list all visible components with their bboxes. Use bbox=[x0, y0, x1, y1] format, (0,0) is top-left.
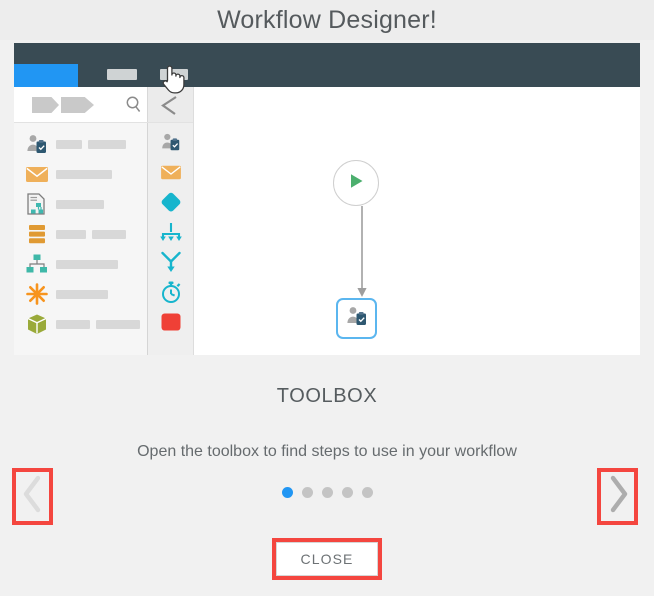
list-item-label-placeholder bbox=[56, 319, 146, 329]
arrow-down-icon bbox=[355, 206, 369, 305]
package-box-icon bbox=[24, 312, 49, 337]
step-description: Open the toolbox to find steps to use in… bbox=[137, 443, 517, 460]
asterisk-icon bbox=[24, 282, 49, 307]
step-title: TOOLBOX bbox=[276, 385, 378, 407]
envelope-icon bbox=[160, 163, 182, 186]
magnifier-icon[interactable] bbox=[124, 95, 144, 120]
list-item[interactable] bbox=[14, 189, 147, 219]
list-item[interactable] bbox=[14, 129, 147, 159]
list-item-label-placeholder bbox=[56, 259, 124, 269]
stop-square-icon bbox=[159, 310, 183, 339]
person-clipboard-icon bbox=[160, 131, 182, 158]
pagination-dot-3[interactable] bbox=[321, 487, 333, 498]
pagination-dot-5[interactable] bbox=[361, 487, 373, 498]
list-item-label-placeholder bbox=[56, 169, 118, 179]
chevron-right-icon bbox=[606, 475, 630, 518]
list-item[interactable] bbox=[14, 249, 147, 279]
breadcrumb[interactable] bbox=[32, 97, 96, 113]
rail-item[interactable] bbox=[148, 189, 193, 219]
rail-item[interactable] bbox=[148, 279, 193, 309]
diamond-decision-icon bbox=[159, 190, 183, 219]
app-navbar bbox=[14, 43, 640, 87]
prev-button[interactable] bbox=[12, 468, 53, 525]
onboarding-dialog: Workflow Designer! TOOLBOX Open the tool… bbox=[0, 0, 654, 596]
workflow-start-node[interactable] bbox=[333, 160, 379, 206]
list-item[interactable] bbox=[14, 219, 147, 249]
database-icon bbox=[24, 222, 49, 247]
rail-item[interactable] bbox=[148, 249, 193, 279]
toolbox-panel bbox=[14, 87, 194, 355]
pagination-dot-2[interactable] bbox=[301, 487, 313, 498]
navbar-active-tab[interactable] bbox=[14, 64, 78, 87]
rail-item[interactable] bbox=[148, 309, 193, 339]
person-clipboard-icon bbox=[24, 132, 49, 157]
list-item-label-placeholder bbox=[56, 289, 114, 299]
list-item[interactable] bbox=[14, 159, 147, 189]
screenshot-preview bbox=[14, 43, 640, 355]
breadcrumb-chevrons bbox=[61, 97, 94, 113]
pagination-dot-1[interactable] bbox=[281, 487, 293, 498]
workflow-step-node[interactable] bbox=[336, 298, 377, 339]
pagination-dot-4[interactable] bbox=[341, 487, 353, 498]
hand-cursor-icon bbox=[158, 60, 188, 101]
envelope-icon bbox=[24, 162, 49, 187]
next-button[interactable] bbox=[597, 468, 638, 525]
toolbox-body bbox=[14, 123, 193, 355]
close-button-highlight: CLOSE bbox=[272, 538, 382, 580]
play-icon bbox=[346, 171, 366, 196]
fork-join-icon bbox=[159, 250, 183, 279]
org-chart-icon bbox=[24, 252, 49, 277]
list-item[interactable] bbox=[14, 279, 147, 309]
rail-item[interactable] bbox=[148, 129, 193, 159]
pagination-dots bbox=[0, 487, 654, 498]
close-button[interactable]: CLOSE bbox=[276, 542, 378, 576]
rail-item[interactable] bbox=[148, 159, 193, 189]
workflow-canvas[interactable] bbox=[194, 87, 640, 355]
person-clipboard-icon bbox=[345, 304, 369, 333]
document-flowchart-icon bbox=[24, 192, 49, 217]
list-item-label-placeholder bbox=[56, 199, 110, 209]
dialog-header: Workflow Designer! bbox=[0, 0, 654, 40]
toolbox-step-list bbox=[14, 123, 147, 355]
breadcrumb-chevrons bbox=[32, 97, 59, 113]
list-item[interactable] bbox=[14, 309, 147, 339]
chevron-left-icon bbox=[21, 475, 45, 518]
branch-merge-icon bbox=[159, 221, 183, 248]
page-title: Workflow Designer! bbox=[217, 5, 437, 34]
list-item-label-placeholder bbox=[56, 229, 132, 239]
navbar-placeholder-1[interactable] bbox=[107, 69, 137, 80]
list-item-label-placeholder bbox=[56, 139, 132, 149]
toolbox-icon-rail bbox=[147, 123, 193, 355]
rail-item[interactable] bbox=[148, 219, 193, 249]
stopwatch-timer-icon bbox=[159, 280, 183, 309]
